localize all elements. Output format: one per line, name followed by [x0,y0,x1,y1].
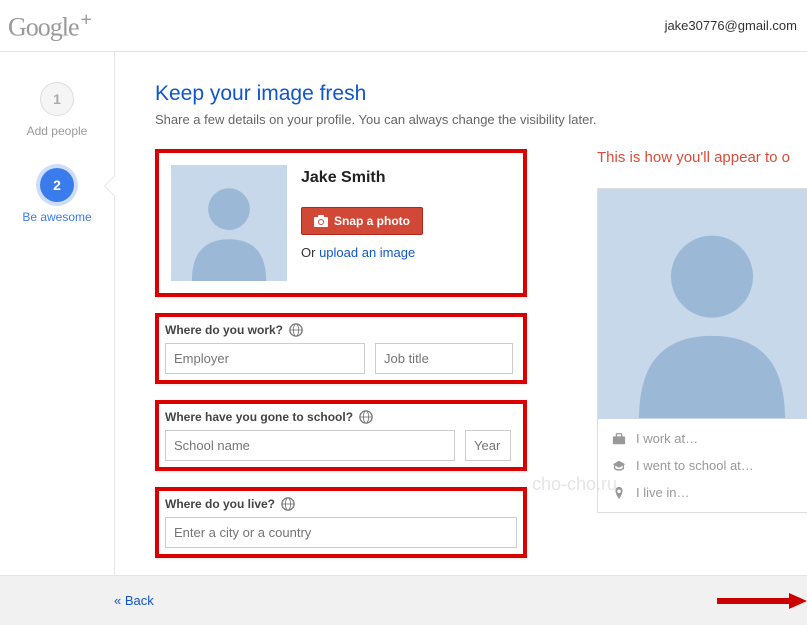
footer: « Back [0,575,807,625]
graduation-cap-icon [612,459,626,473]
step-2-label: Be awesome [0,210,114,224]
preview-school-row: I went to school at… [598,452,807,479]
step-2-circle: 2 [40,168,74,202]
logo: Google+ [8,9,91,43]
employer-input[interactable] [165,343,365,374]
top-bar: Google+ jake30776@gmail.com [0,0,807,52]
avatar-placeholder-icon [598,189,807,419]
preview-avatar [598,189,807,419]
arrow-right-icon [717,591,807,611]
upload-image-link[interactable]: upload an image [319,245,415,260]
back-link[interactable]: « Back [114,593,154,608]
live-section: Where do you live? [155,487,527,558]
work-label: Where do you work? [165,323,517,337]
sidebar: 1 Add people 2 Be awesome [0,52,114,575]
step-1-label: Add people [0,124,114,138]
profile-avatar[interactable] [171,165,287,281]
work-section: Where do you work? [155,313,527,384]
profile-section: Jake Smith Snap a photo [155,149,527,297]
page-subtitle: Share a few details on your profile. You… [155,112,807,127]
briefcase-icon [612,432,626,446]
user-email[interactable]: jake30776@gmail.com [665,18,797,33]
school-name-input[interactable] [165,430,455,461]
globe-icon[interactable] [359,410,373,424]
preview-work-row: I work at… [598,425,807,452]
preview-live-row: I live in… [598,479,807,506]
avatar-placeholder-icon [171,165,287,281]
preview-card: I work at… I went to school at… I live i… [597,188,807,513]
snap-photo-button[interactable]: Snap a photo [301,207,423,235]
city-input[interactable] [165,517,517,548]
profile-name: Jake Smith [301,169,423,187]
school-section: Where have you gone to school? [155,400,527,471]
logo-plus: + [81,9,91,31]
live-label: Where do you live? [165,497,517,511]
step-1-circle: 1 [40,82,74,116]
map-pin-icon [612,486,626,500]
upload-alternative: Or upload an image [301,245,423,260]
snap-photo-label: Snap a photo [334,214,410,228]
step-2[interactable]: 2 Be awesome [0,168,114,224]
school-label: Where have you gone to school? [165,410,517,424]
logo-text: Google [8,12,79,41]
camera-icon [314,215,328,227]
globe-icon[interactable] [289,323,303,337]
preview-title: This is how you'll appear to o [597,149,807,166]
globe-icon[interactable] [281,497,295,511]
content-area: Keep your image fresh Share a few detail… [114,52,807,575]
school-year-input[interactable] [465,430,511,461]
page-title: Keep your image fresh [155,82,807,106]
step-1[interactable]: 1 Add people [0,82,114,138]
job-title-input[interactable] [375,343,513,374]
